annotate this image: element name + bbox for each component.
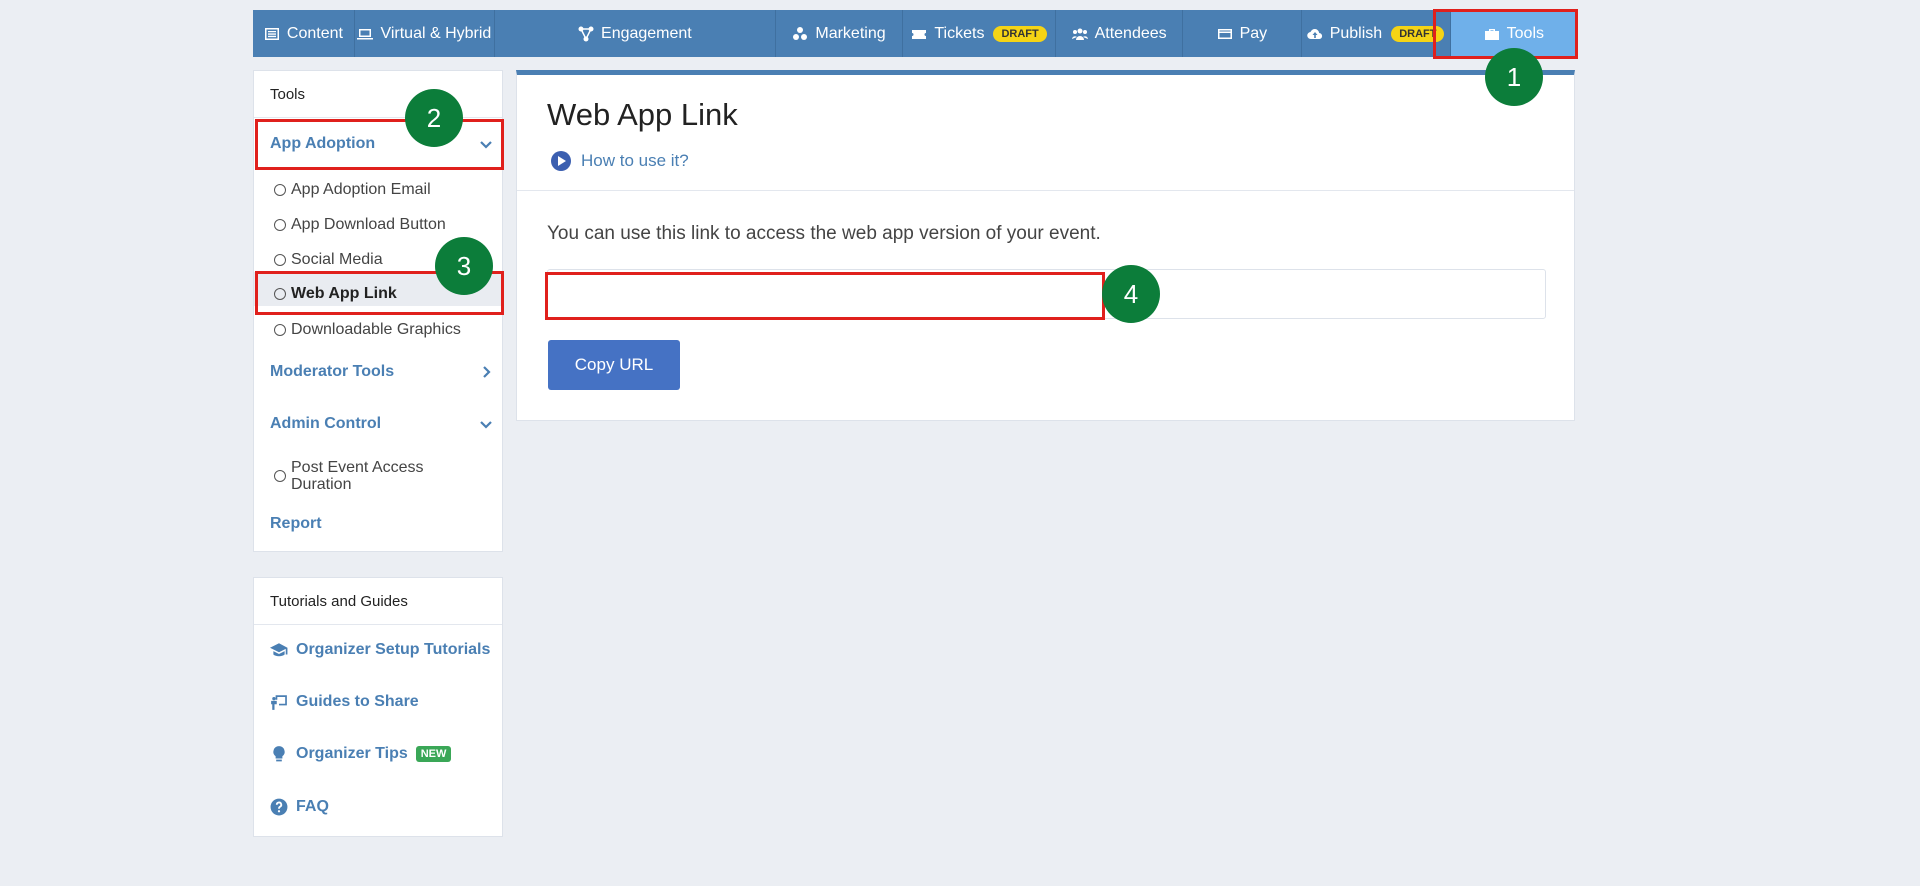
presentation-icon bbox=[271, 695, 287, 710]
graduation-cap-icon bbox=[270, 643, 288, 657]
nav-publish-label: Publish bbox=[1329, 24, 1383, 42]
briefcase-icon bbox=[1484, 28, 1499, 40]
sidebar-item-downloadable-graphics[interactable]: Downloadable Graphics bbox=[274, 321, 498, 338]
section-report-label: Report bbox=[270, 515, 322, 532]
draft-badge: DRAFT bbox=[1391, 25, 1445, 42]
description-text: You can use this link to access the web … bbox=[547, 223, 1101, 244]
tutorial-label: FAQ bbox=[296, 798, 329, 815]
chevron-down-icon bbox=[480, 421, 492, 429]
nav-marketing-label: Marketing bbox=[815, 24, 886, 42]
top-nav: Content Virtual & Hybrid Engagement Mark… bbox=[253, 10, 1577, 57]
circle-icon bbox=[274, 288, 286, 300]
tutorial-guides-to-share[interactable]: Guides to Share bbox=[270, 693, 419, 711]
nav-pay[interactable]: Pay bbox=[1183, 10, 1302, 57]
sidebar-item-app-download-button[interactable]: App Download Button bbox=[274, 216, 498, 233]
sidebar-item-label: App Adoption Email bbox=[291, 181, 431, 198]
draft-badge: DRAFT bbox=[993, 25, 1047, 42]
page-title: Web App Link bbox=[547, 97, 738, 132]
how-to-use-label: How to use it? bbox=[581, 151, 689, 170]
play-icon bbox=[551, 151, 571, 171]
sidebar-item-label: Post Event Access Duration bbox=[291, 459, 424, 493]
section-moderator-tools[interactable]: Moderator Tools bbox=[270, 363, 494, 381]
nav-attendees[interactable]: Attendees bbox=[1056, 10, 1184, 57]
nav-pay-label: Pay bbox=[1239, 24, 1268, 42]
nav-engagement[interactable]: Engagement bbox=[495, 10, 776, 57]
lightbulb-icon bbox=[273, 746, 285, 762]
sidebar-item-app-adoption-email[interactable]: App Adoption Email bbox=[274, 181, 498, 198]
section-moderator-tools-label: Moderator Tools bbox=[270, 363, 395, 380]
tutorials-title: Tutorials and Guides bbox=[254, 578, 502, 625]
new-badge: NEW bbox=[415, 746, 452, 762]
circle-icon bbox=[274, 254, 286, 266]
section-app-adoption-label: App Adoption bbox=[270, 135, 376, 152]
section-report[interactable]: Report bbox=[270, 515, 494, 533]
list-icon bbox=[264, 27, 279, 40]
ticket-icon bbox=[912, 29, 927, 39]
chevron-right-icon bbox=[483, 366, 491, 378]
tutorial-organizer-setup[interactable]: Organizer Setup Tutorials bbox=[270, 641, 490, 659]
tutorial-label: Guides to Share bbox=[296, 693, 419, 710]
nav-tickets-label: Tickets bbox=[934, 24, 985, 42]
cloud-upload-icon bbox=[1306, 28, 1322, 39]
tutorial-faq[interactable]: FAQ bbox=[270, 798, 329, 816]
users-cluster-icon bbox=[793, 26, 808, 40]
people-icon bbox=[1071, 28, 1088, 40]
card-icon bbox=[1217, 28, 1232, 39]
tools-sidebar: Tools App Adoption App Adoption Email Ap… bbox=[253, 70, 503, 552]
nav-tickets[interactable]: Tickets DRAFT bbox=[903, 10, 1056, 57]
step-marker-3: 3 bbox=[435, 237, 493, 295]
section-admin-control[interactable]: Admin Control bbox=[270, 415, 494, 433]
step-marker-2: 2 bbox=[405, 89, 463, 147]
laptop-icon bbox=[357, 28, 374, 39]
network-icon bbox=[578, 26, 594, 41]
circle-icon bbox=[274, 470, 286, 482]
chevron-down-icon bbox=[480, 141, 492, 149]
nav-tools-label: Tools bbox=[1506, 24, 1544, 42]
sidebar-item-label: Downloadable Graphics bbox=[291, 321, 461, 338]
nav-marketing[interactable]: Marketing bbox=[776, 10, 904, 57]
step-marker-1: 1 bbox=[1485, 48, 1543, 106]
how-to-use-link[interactable]: How to use it? bbox=[551, 151, 689, 171]
sidebar-item-label: Web App Link bbox=[291, 285, 397, 302]
tutorial-label: Organizer Setup Tutorials bbox=[296, 641, 491, 658]
divider bbox=[517, 190, 1574, 191]
section-app-adoption[interactable]: App Adoption bbox=[270, 135, 494, 153]
nav-publish[interactable]: Publish DRAFT bbox=[1302, 10, 1451, 57]
nav-virtual-hybrid-label: Virtual & Hybrid bbox=[380, 24, 492, 42]
tutorial-organizer-tips[interactable]: Organizer Tips NEW bbox=[270, 745, 452, 763]
sidebar-item-label: App Download Button bbox=[291, 216, 446, 233]
circle-icon bbox=[274, 324, 286, 336]
nav-content[interactable]: Content bbox=[253, 10, 355, 57]
web-app-link-panel: Web App Link How to use it? You can use … bbox=[516, 70, 1575, 421]
copy-url-button[interactable]: Copy URL bbox=[548, 340, 680, 390]
tutorials-panel: Tutorials and Guides Organizer Setup Tut… bbox=[253, 577, 503, 837]
sidebar-item-label: Social Media bbox=[291, 251, 383, 268]
question-circle-icon bbox=[270, 798, 288, 816]
nav-attendees-label: Attendees bbox=[1094, 24, 1167, 42]
circle-icon bbox=[274, 219, 286, 231]
sidebar-title: Tools bbox=[254, 71, 502, 118]
nav-engagement-label: Engagement bbox=[601, 24, 692, 42]
nav-content-label: Content bbox=[286, 24, 343, 42]
circle-icon bbox=[274, 184, 286, 196]
web-app-url-field[interactable] bbox=[547, 269, 1546, 319]
sidebar-item-post-event-access[interactable]: Post Event Access Duration bbox=[274, 459, 444, 493]
step-marker-4: 4 bbox=[1102, 265, 1160, 323]
nav-virtual-hybrid[interactable]: Virtual & Hybrid bbox=[355, 10, 495, 57]
tutorial-label: Organizer Tips bbox=[296, 745, 408, 762]
section-admin-control-label: Admin Control bbox=[270, 415, 382, 432]
